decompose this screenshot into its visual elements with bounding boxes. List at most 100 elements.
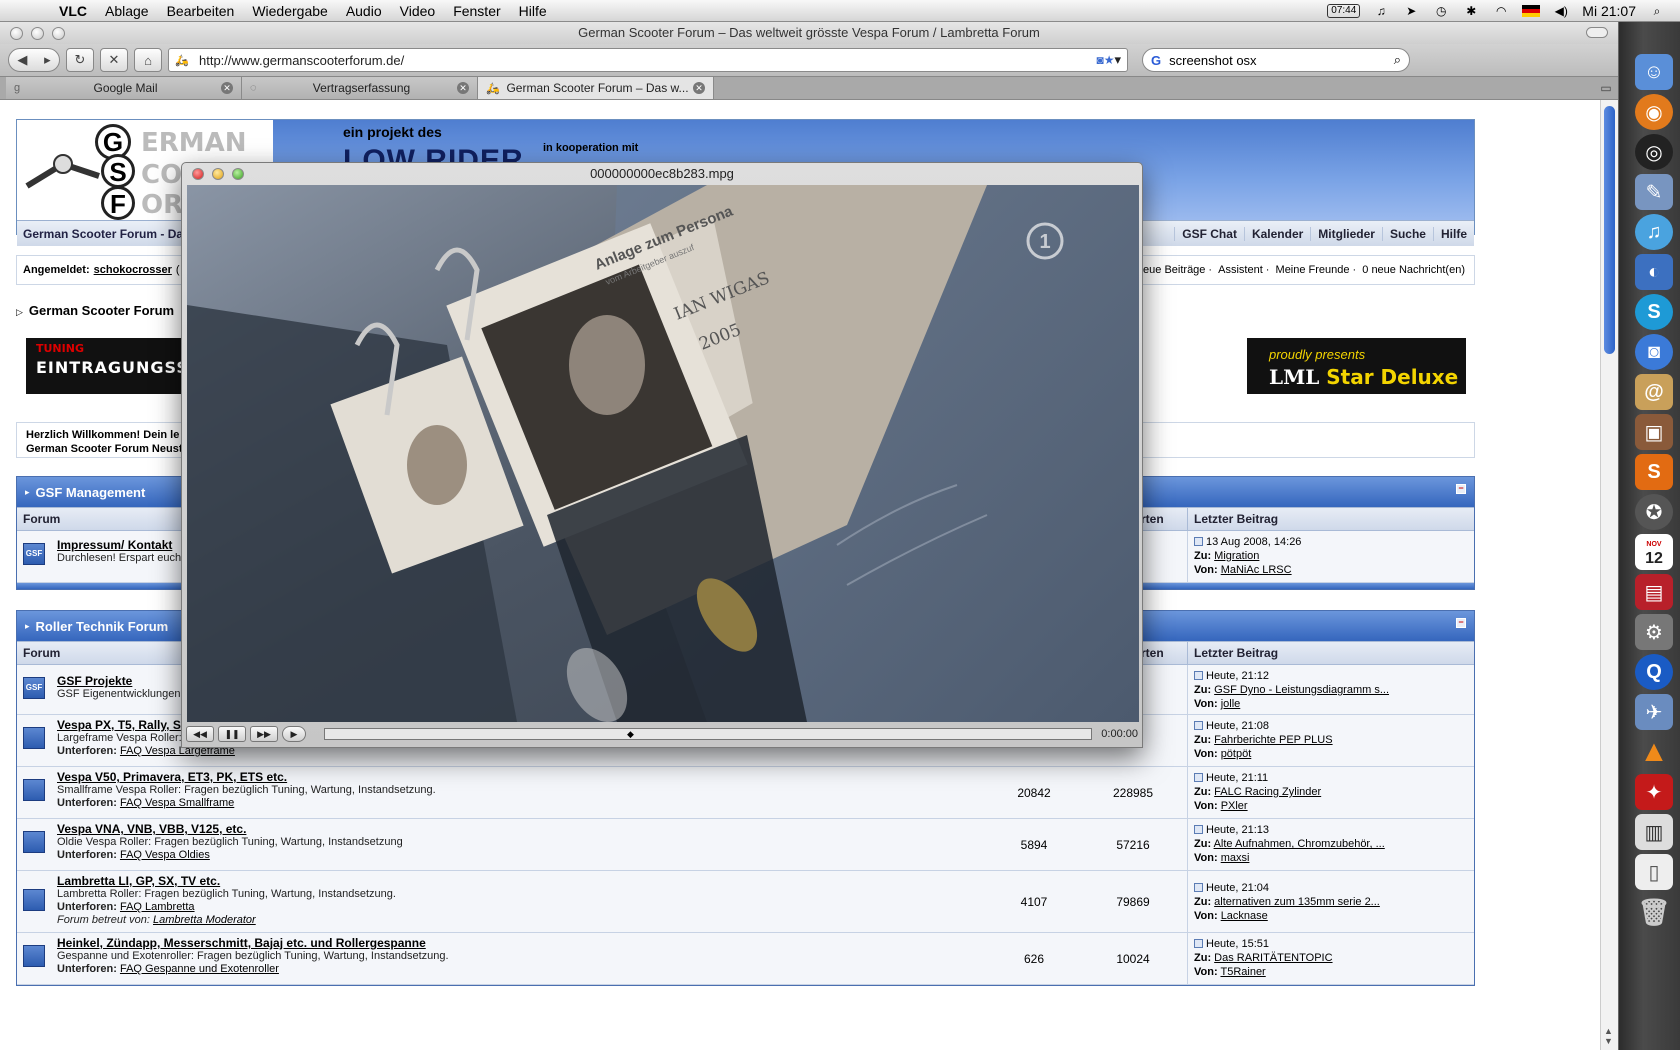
german-flag-icon[interactable] — [1522, 4, 1541, 17]
subforum-link[interactable]: FAQ Lambretta — [120, 901, 195, 913]
browser-titlebar[interactable]: German Scooter Forum – Das weltweit grös… — [0, 22, 1618, 44]
last-post-author-link[interactable]: maxsi — [1221, 852, 1250, 864]
back-icon[interactable]: ◀ — [17, 52, 27, 68]
post-icon[interactable] — [1194, 825, 1203, 834]
menu-hilfe[interactable]: Hilfe — [510, 0, 556, 22]
pause-button[interactable]: ❚❚ — [218, 726, 246, 742]
last-post-author-link[interactable]: pötpöt — [1221, 748, 1252, 760]
forum-title-link[interactable]: Impressum/ Kontakt — [57, 539, 181, 552]
tab-german-scooter-forum[interactable]: 🛵 German Scooter Forum – Das w... ✕ — [478, 77, 714, 99]
nav-suche[interactable]: Suche — [1381, 226, 1433, 241]
address-book-icon[interactable]: @ — [1635, 374, 1673, 410]
menu-wiedergabe[interactable]: Wiedergabe — [243, 0, 337, 22]
forum-title-link[interactable]: Heinkel, Zündapp, Messerschmitt, Bajaj e… — [57, 937, 449, 950]
ad-banner-tuning[interactable]: TUNING EINTRAGUNGSSER — [26, 338, 213, 394]
forum-title-link[interactable]: Lambretta LI, GP, SX, TV etc. — [57, 875, 396, 888]
system-preferences-icon[interactable]: ⚙ — [1635, 614, 1673, 650]
category-title[interactable]: GSF Management — [36, 485, 146, 500]
reload-button[interactable]: ↻ — [66, 48, 94, 72]
ical-icon[interactable]: NOV 12 — [1635, 534, 1673, 570]
forum-box-title[interactable]: ▷ German Scooter Forum — [16, 303, 174, 318]
last-post-topic-link[interactable]: Fahrberichte PEP PLUS — [1214, 734, 1332, 746]
last-post-author-link[interactable]: MaNiAc LRSC — [1221, 564, 1292, 576]
magnifier-icon[interactable]: ⌕ — [1394, 52, 1401, 68]
forward-icon[interactable]: ▸ — [44, 52, 51, 68]
close-tab-icon[interactable]: ✕ — [693, 82, 705, 94]
last-post-topic-link[interactable]: Migration — [1214, 550, 1259, 562]
acrobat-icon[interactable]: ✦ — [1635, 774, 1673, 810]
trash-icon[interactable]: 🗑 — [1635, 894, 1673, 930]
zoom-window-button[interactable] — [52, 26, 65, 40]
skype-icon[interactable]: S — [1635, 294, 1673, 330]
forum-folder-icon[interactable]: GSF — [23, 543, 45, 565]
back-forward-buttons[interactable]: ◀ ▸ — [8, 48, 60, 72]
subforum-link[interactable]: FAQ Vespa Oldies — [120, 849, 210, 861]
wifi-icon[interactable]: ◠ — [1492, 4, 1510, 18]
tab-list-icon[interactable]: ▭ — [1594, 77, 1618, 99]
post-icon[interactable] — [1194, 883, 1203, 892]
address-bar[interactable]: 🛵 http://www.germanscooterforum.de/ ◙ ★ … — [168, 48, 1128, 72]
search-box[interactable]: G screenshot osx ⌕ — [1142, 48, 1410, 72]
forum-folder-icon[interactable] — [23, 779, 45, 801]
minimize-window-button[interactable] — [31, 26, 44, 40]
site-favicon-icon[interactable]: 🛵 — [175, 54, 193, 67]
scrollbar-thumb[interactable] — [1604, 106, 1615, 354]
page-scrollbar[interactable]: ▲ ▼ — [1600, 100, 1618, 1050]
ichat-icon[interactable]: ◙ — [1635, 334, 1673, 370]
documents-stack-icon[interactable]: ▯ — [1635, 854, 1673, 890]
last-post-topic-link[interactable]: FALC Racing Zylinder — [1214, 786, 1321, 798]
forum-title-link[interactable]: Vespa VNA, VNB, VBB, V125, etc. — [57, 823, 403, 836]
messages-link[interactable]: 0 neue Nachricht(en) — [1362, 264, 1465, 276]
music-note-icon[interactable]: ♫ — [1372, 4, 1390, 18]
nav-hilfe[interactable]: Hilfe — [1432, 226, 1474, 241]
close-window-button[interactable] — [10, 26, 23, 40]
post-icon[interactable] — [1194, 721, 1203, 730]
forum-folder-icon[interactable] — [23, 945, 45, 967]
google-search-icon[interactable]: G — [1151, 53, 1161, 68]
last-post-author-link[interactable]: Lacknase — [1221, 910, 1268, 922]
menu-bearbeiten[interactable]: Bearbeiten — [158, 0, 244, 22]
volume-icon[interactable]: ◀) — [1552, 4, 1570, 18]
star-app-icon[interactable]: ✪ — [1635, 494, 1673, 530]
breadcrumb[interactable]: German Scooter Forum - Da — [17, 227, 183, 241]
scroll-arrows-icon[interactable]: ▲ ▼ — [1604, 1026, 1613, 1046]
collapse-icon[interactable]: − — [1456, 484, 1466, 494]
post-icon[interactable] — [1194, 671, 1203, 680]
last-post-author-link[interactable]: T5Rainer — [1220, 966, 1265, 978]
username-link[interactable]: schokocrosser — [94, 264, 172, 276]
forum-folder-icon[interactable]: GSF — [23, 677, 45, 699]
post-icon[interactable] — [1194, 939, 1203, 948]
preview-icon[interactable]: ✎ — [1635, 174, 1673, 210]
subforum-link[interactable]: FAQ Vespa Smallframe — [120, 797, 234, 809]
quicktime-icon[interactable]: Q — [1635, 654, 1673, 690]
tab-google-mail[interactable]: g Google Mail ✕ — [6, 77, 242, 99]
printer-icon[interactable]: ▥ — [1635, 814, 1673, 850]
photo-app-icon[interactable]: ▤ — [1635, 574, 1673, 610]
forum-title-link[interactable]: Vespa V50, Primavera, ET3, PK, ETS etc. — [57, 771, 436, 784]
fullscreen-play-button[interactable]: ▶ — [282, 726, 306, 742]
bluetooth-icon[interactable]: ✱ — [1462, 4, 1480, 18]
rss-feed-icon[interactable]: ◙ — [1096, 53, 1103, 67]
post-icon[interactable] — [1194, 537, 1203, 546]
new-posts-link[interactable]: Neue Beiträge — [1135, 264, 1205, 276]
menu-video[interactable]: Video — [391, 0, 445, 22]
category-title[interactable]: Roller Technik Forum — [36, 619, 169, 634]
forum-title-link[interactable]: GSF Projekte — [57, 675, 187, 688]
url-text[interactable]: http://www.germanscooterforum.de/ — [199, 53, 1096, 68]
last-post-topic-link[interactable]: GSF Dyno - Leistungsdiagramm s... — [1214, 684, 1389, 696]
dashboard-icon[interactable]: ◎ — [1635, 134, 1673, 170]
rewind-button[interactable]: ◀◀ — [186, 726, 214, 742]
tab-vertragserfassung[interactable]: ◌ Vertragserfassung ✕ — [242, 77, 478, 99]
last-post-author-link[interactable]: PXler — [1221, 800, 1248, 812]
battery-icon[interactable]: 07:44 — [1327, 3, 1361, 18]
ad-banner-lml[interactable]: proudly presents LML Star Deluxe — [1247, 338, 1466, 394]
collapse-triangle-icon[interactable]: ▷ — [16, 307, 23, 317]
screen-sharing-icon[interactable]: ◐ — [1635, 254, 1673, 290]
subforum-link[interactable]: FAQ Gespanne und Exotenroller — [120, 963, 279, 975]
forum-folder-icon[interactable] — [23, 889, 45, 911]
menu-fenster[interactable]: Fenster — [444, 0, 509, 22]
menu-audio[interactable]: Audio — [337, 0, 391, 22]
image-capture-icon[interactable]: ✈ — [1635, 694, 1673, 730]
time-machine-icon[interactable]: ◷ — [1432, 4, 1450, 18]
fast-forward-button[interactable]: ▶▶ — [250, 726, 278, 742]
